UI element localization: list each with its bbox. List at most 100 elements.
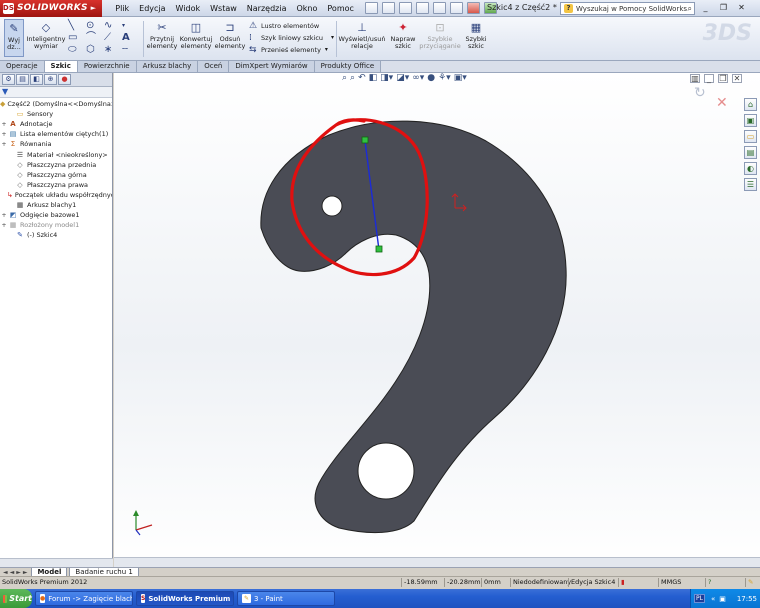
save-icon[interactable]: [398, 2, 412, 14]
new-document-icon[interactable]: [364, 2, 378, 14]
minimize-icon[interactable]: _: [698, 2, 713, 14]
select-icon[interactable]: [449, 2, 463, 14]
configuration-manager-tab-icon[interactable]: ◧: [30, 74, 43, 85]
tab-features[interactable]: Operacje: [0, 61, 45, 72]
dropdown-icon[interactable]: ▾: [331, 32, 334, 44]
line-icon[interactable]: ╲: [68, 20, 86, 32]
tree-item[interactable]: ✎ (-) Szkic4: [0, 230, 112, 240]
smart-dimension-button[interactable]: ◇ Inteligentny wymiar: [27, 19, 66, 50]
repair-sketch-button[interactable]: ✦ Napraw szkic: [390, 19, 416, 50]
tab-sheet-metal[interactable]: Arkusz blachy: [136, 61, 199, 72]
point-icon[interactable]: ∗: [104, 44, 122, 56]
custom-properties-icon[interactable]: ☰: [744, 178, 757, 191]
rebuild-icon[interactable]: [466, 2, 480, 14]
slot-icon[interactable]: ⬭: [68, 44, 86, 56]
display-manager-tab-icon[interactable]: ●: [58, 74, 71, 85]
notification-icon[interactable]: ✎: [745, 578, 755, 587]
network-icon[interactable]: ▣: [719, 595, 726, 603]
spline-icon[interactable]: ∿: [104, 20, 122, 32]
menu-file[interactable]: Plik: [110, 4, 134, 13]
tree-item[interactable]: ↳ Początek układu współrzędnyc: [0, 190, 112, 200]
design-library-icon[interactable]: ▣: [744, 114, 757, 127]
menu-window[interactable]: Okno: [291, 4, 322, 13]
upper-hole[interactable]: [321, 195, 343, 217]
search-icon[interactable]: ⌕: [688, 4, 692, 14]
sketch-endpoint-top[interactable]: [361, 136, 369, 144]
tab-navigation-arrows[interactable]: ◄◄►►: [3, 569, 29, 576]
tree-item[interactable]: ◆ Część2 (Domyślna<<Domyślna>_: [0, 99, 112, 109]
tree-item[interactable]: + ◩ Odgięcie bazowe1: [0, 210, 112, 220]
resources-icon[interactable]: ⌂: [744, 98, 757, 111]
arc-icon[interactable]: ⌒: [86, 32, 104, 44]
quick-snaps-button[interactable]: ⊡ Szybkie przyciąganie: [419, 19, 461, 50]
menu-edit[interactable]: Edycja: [134, 4, 170, 13]
tray-expand-icon[interactable]: «: [711, 595, 715, 603]
text-icon[interactable]: A: [122, 32, 140, 44]
tree-item[interactable]: ☰ Materiał <nieokreślony>: [0, 149, 112, 159]
view-palette-icon[interactable]: ▤: [744, 146, 757, 159]
open-folder-icon[interactable]: [381, 2, 395, 14]
language-indicator[interactable]: PL: [694, 594, 705, 603]
undo-icon[interactable]: [432, 2, 446, 14]
centerline-icon[interactable]: ┄: [122, 44, 140, 56]
menu-view[interactable]: Widok: [171, 4, 206, 13]
tree-item[interactable]: ▦ Arkusz blachy1: [0, 200, 112, 210]
tree-item[interactable]: + Σ Równania: [0, 139, 112, 149]
dimxpert-manager-tab-icon[interactable]: ⊕: [44, 74, 57, 85]
start-button[interactable]: Start: [0, 589, 32, 608]
solidworks-logo[interactable]: DS SOLIDWORKS ►: [0, 0, 103, 17]
rectangle-icon[interactable]: ▭: [68, 32, 86, 44]
sketch-endpoint-bottom[interactable]: [375, 245, 383, 253]
lower-hole[interactable]: [357, 442, 415, 500]
dropdown-icon[interactable]: ▾: [325, 44, 328, 56]
task-paint[interactable]: ✎ 3 - Paint: [237, 591, 335, 606]
expand-toggle[interactable]: +: [0, 131, 8, 138]
rebuild-status-icon[interactable]: ▮: [618, 578, 627, 587]
tab-dimxpert[interactable]: DimXpert Wymiarów: [229, 61, 315, 72]
menu-arrow-icon[interactable]: ►: [91, 4, 97, 12]
exit-sketch-button[interactable]: ✎ Wyj dz...: [4, 19, 24, 57]
rapid-sketch-button[interactable]: ▦ Szybki szkic: [463, 19, 489, 50]
tree-item[interactable]: + ▤ Lista elementów ciętych(1): [0, 129, 112, 139]
trim-entities-button[interactable]: ✂ Przytnij elementy: [146, 19, 178, 50]
tree-item[interactable]: + A Adnotacje: [0, 119, 112, 129]
dropdown-icon[interactable]: ▾: [122, 20, 140, 32]
move-entities-button[interactable]: ⇆ Przenieś elementy ▾: [249, 44, 334, 56]
restore-icon[interactable]: ❐: [716, 2, 731, 14]
quick-tips-icon[interactable]: ?: [705, 578, 713, 587]
tree-item[interactable]: ◇ Płaszczyzna przednia: [0, 160, 112, 170]
help-search-input[interactable]: Wyszukaj w Pomocy SolidWorks: [576, 5, 687, 13]
expand-toggle[interactable]: +: [0, 222, 8, 229]
status-units[interactable]: MMGS: [658, 578, 683, 587]
tree-item[interactable]: ▭ Sensory: [0, 109, 112, 119]
help-search-box[interactable]: ? Wyszukaj w Pomocy SolidWorks ⌕: [560, 2, 695, 15]
tree-item[interactable]: ◇ Płaszczyzna prawa: [0, 180, 112, 190]
circle-icon[interactable]: ⊙: [86, 20, 104, 32]
tab-office-products[interactable]: Produkty Office: [314, 61, 382, 72]
convert-entities-button[interactable]: ◫ Konwertuj elementy: [180, 19, 213, 50]
polygon-icon[interactable]: ⬡: [86, 44, 104, 56]
expand-toggle[interactable]: +: [0, 212, 8, 219]
file-explorer-icon[interactable]: ▭: [744, 130, 757, 143]
appearances-icon[interactable]: ◐: [744, 162, 757, 175]
tree-item[interactable]: ◇ Płaszczyzna górna: [0, 170, 112, 180]
tab-sketch[interactable]: Szkic: [44, 61, 78, 72]
tree-item[interactable]: + ▦ Rozłożony model1: [0, 220, 112, 230]
property-manager-tab-icon[interactable]: ▤: [16, 74, 29, 85]
display-relations-button[interactable]: ⊥ Wyświetl/usuń relacje: [337, 19, 387, 50]
print-icon[interactable]: [415, 2, 429, 14]
graphics-scrollbar[interactable]: [114, 557, 760, 567]
task-firefox-forum[interactable]: ● Forum -> Zagięcie blach...: [35, 591, 133, 606]
menu-help[interactable]: Pomoc: [322, 4, 359, 13]
offset-entities-button[interactable]: ⊐ Odsuń elementy: [215, 19, 246, 50]
menu-insert[interactable]: Wstaw: [205, 4, 242, 13]
close-icon[interactable]: ✕: [734, 2, 749, 14]
expand-toggle[interactable]: +: [0, 141, 8, 148]
graphics-area[interactable]: ⌕ ⌕ ↶ ◧ ◨▾ ◪▾ ∞▾ ● ⚘▾ ▣▾ ▥ _ ❐ ✕ ↻ ✕ ⌂ ▣…: [114, 73, 760, 568]
feature-manager-tab-icon[interactable]: ⚙: [2, 74, 15, 85]
linear-pattern-button[interactable]: ⁞ Szyk liniowy szkicu ▾: [249, 32, 334, 44]
expand-toggle[interactable]: +: [0, 121, 8, 128]
tab-evaluate[interactable]: Oceń: [198, 61, 230, 72]
fillet-icon[interactable]: ⟋: [104, 32, 122, 44]
tab-surfaces[interactable]: Powierzchnie: [77, 61, 137, 72]
